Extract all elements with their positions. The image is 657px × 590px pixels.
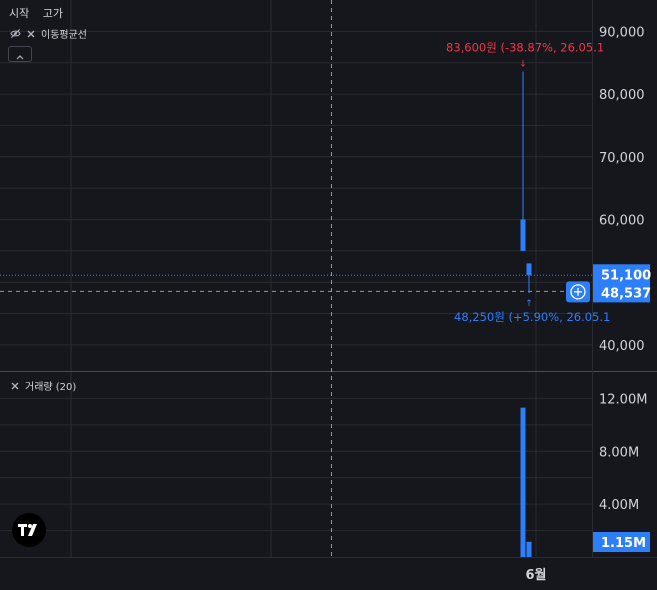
moving-average-legend: 이동평균선 [9, 26, 87, 41]
candle-body [520, 219, 526, 251]
volume-tick-label: 4.00M [599, 498, 639, 513]
chevron-up-icon [15, 45, 25, 64]
high-label: 고가 [42, 7, 63, 20]
collapse-legend-button[interactable] [8, 46, 32, 62]
tradingview-logo[interactable] [12, 513, 46, 547]
high-arrow-icon: ↓ [519, 59, 527, 69]
ohlc-labels: 시작 고가 [9, 5, 63, 21]
candle-body [526, 263, 532, 276]
price-tick-label: 60,000 [599, 213, 645, 228]
close-icon[interactable] [9, 380, 21, 392]
price-tick-label: 90,000 [599, 25, 645, 40]
high-price-annotation: 83,600원 (-38.87%, 26.05.1 [446, 40, 604, 54]
price-tick-label: 80,000 [599, 88, 645, 103]
last-volume-label: 1.15M [601, 536, 646, 551]
price-tick-label: 40,000 [599, 339, 645, 354]
volume-tick-label: 12.00M [599, 392, 647, 407]
low-arrow-icon: ↑ [525, 299, 533, 309]
volume-tick-label: 8.00M [599, 445, 639, 460]
open-label: 시작 [9, 7, 30, 20]
eye-off-icon[interactable] [9, 28, 21, 40]
close-icon[interactable] [25, 28, 37, 40]
price-tick-label: 70,000 [599, 151, 645, 166]
chart-canvas[interactable]: 83,600원 (-38.87%, 26.05.1 ↓ ↑48,250원 (+5.9… [0, 0, 657, 590]
volume-bar [520, 407, 526, 557]
volume-legend: 거래량 (20) [9, 378, 76, 393]
tradingview-logo-icon [18, 524, 37, 536]
last-price-label: 51,100 [601, 268, 651, 283]
moving-average-name: 이동평균선 [41, 30, 87, 41]
low-price-annotation: 48,250원 (+5.90%, 26.05.1 [454, 310, 610, 324]
volume-indicator-name: 거래량 (20) [25, 382, 77, 393]
crosshair-price-label: 48,537 [601, 286, 651, 301]
volume-bar [526, 541, 532, 557]
time-axis-label: 6월 [525, 567, 546, 583]
